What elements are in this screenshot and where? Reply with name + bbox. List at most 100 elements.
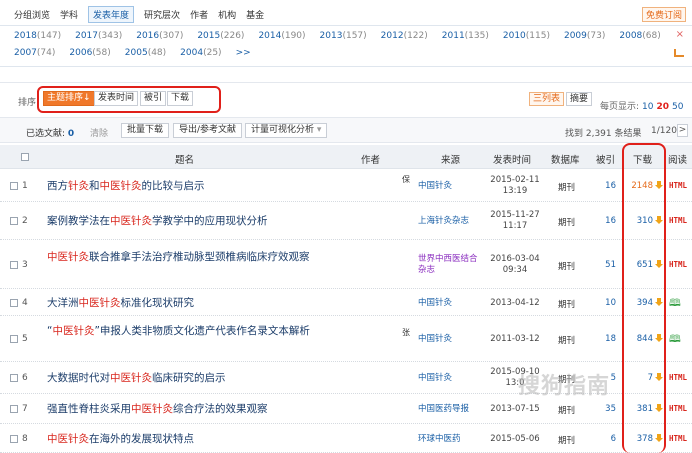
row-checkbox[interactable] [10, 374, 18, 382]
per-page-option[interactable]: 10 [642, 102, 653, 112]
result-count: 找到 2,391 条结果 [565, 129, 642, 139]
publish-date: 2011-03-12 [490, 334, 540, 344]
chart-icon[interactable] [674, 49, 684, 57]
row-checkbox[interactable] [10, 335, 18, 343]
row-checkbox[interactable] [10, 298, 18, 307]
table-row: 3 中医针灸联合推拿手法治疗椎动脉型颈椎病临床疗效观察 世界中西医结合杂志 2016-… [0, 240, 692, 289]
year-link[interactable]: 2006(58) [69, 48, 110, 58]
table-header: 题名 作者 来源 发表时间 数据库 被引 下载 阅读 [0, 145, 692, 169]
year-link[interactable]: 2010(115) [503, 31, 550, 41]
group-tab-3[interactable]: 研究层次 [144, 8, 180, 23]
year-link[interactable]: 2011(135) [442, 31, 489, 41]
year-link[interactable]: 2008(68) [619, 31, 660, 41]
year-link[interactable]: 2005(48) [125, 48, 166, 58]
group-tab-6[interactable]: 基金 [246, 8, 264, 23]
article-title-link[interactable]: 案例教学法在中医针灸学教学中的应用现状分析 [47, 214, 327, 229]
row-checkbox[interactable] [10, 182, 18, 190]
per-page-option[interactable]: 20 [657, 102, 670, 112]
group-tab-1[interactable]: 学科 [60, 8, 78, 23]
clear-selection-button[interactable]: 清除 [90, 126, 108, 139]
article-title-link[interactable]: “中医针灸”申报人类非物质文化遗产代表作名录文本解析 [47, 324, 327, 339]
citation-count[interactable]: 51 [594, 260, 616, 270]
article-title-link[interactable]: 中医针灸联合推拿手法治疗椎动脉型颈椎病临床疗效观察 [47, 250, 327, 265]
sort-by-date-button[interactable]: 发表时间 [94, 91, 139, 106]
year-link[interactable]: 2013(157) [320, 31, 367, 41]
year-link[interactable]: 2004(25) [180, 48, 221, 58]
year-link[interactable]: 2018(147) [14, 31, 61, 41]
source-link[interactable]: 中国针灸 [418, 373, 484, 384]
abstract-view-button[interactable]: 摘要 [566, 92, 593, 106]
article-title-link[interactable]: 西方针灸和中医针灸的比较与启示 [47, 179, 327, 194]
watermark: 搜狗指南 [518, 374, 611, 399]
free-subscribe-button[interactable]: 免费订阅 [641, 7, 686, 22]
select-all-checkbox[interactable] [21, 153, 29, 161]
source-link[interactable]: 中国医药导报 [418, 404, 484, 415]
html-read-link[interactable]: HTML [669, 373, 687, 382]
table-row: 5 “中医针灸”申报人类非物质文化遗产代表作名录文本解析 张中国针灸 2011-03-… [0, 316, 692, 362]
selected-count: 0 [67, 129, 75, 139]
year-link[interactable]: 2009(73) [564, 31, 605, 41]
visual-analysis-dropdown[interactable]: 计量可视化分析 ▾ [245, 123, 328, 138]
year-link[interactable]: 2007(74) [14, 48, 55, 58]
database-type: 期刊 [558, 299, 576, 310]
group-tab-5[interactable]: 机构 [218, 8, 236, 23]
year-link[interactable]: 2012(122) [381, 31, 428, 41]
article-title-link[interactable]: 大洋洲中医针灸标准化现状研究 [47, 296, 327, 311]
citation-count[interactable]: 10 [594, 298, 616, 308]
source-link[interactable]: 世界中西医结合杂志 [418, 254, 484, 276]
article-title-link[interactable]: 强直性脊柱炎采用中医针灸综合疗法的效果观察 [47, 402, 327, 417]
article-title-link[interactable]: 大数据时代对中医针灸临床研究的启示 [47, 371, 327, 386]
html-read-link[interactable]: HTML [669, 434, 687, 443]
year-link[interactable]: >> [236, 48, 251, 58]
citation-count[interactable]: 18 [594, 334, 616, 344]
source-link[interactable]: 中国针灸 [418, 334, 484, 345]
group-tabs: 分组浏览 学科 发表年度 研究层次 作者 机构 基金 [14, 6, 264, 23]
source-link[interactable]: 中国针灸 [418, 181, 484, 192]
article-title-link[interactable]: 中医针灸在海外的发展现状特点 [47, 432, 327, 447]
html-read-link[interactable]: HTML [669, 216, 687, 225]
author-name[interactable]: 张 [402, 327, 410, 338]
per-page-option[interactable]: 50 [672, 102, 683, 112]
source-link[interactable]: 上海针灸杂志 [418, 216, 484, 227]
author-name[interactable]: 保 [402, 174, 410, 185]
read-online-book-icon[interactable]: 🕮 [669, 296, 681, 313]
citation-count[interactable]: 35 [594, 404, 616, 414]
row-checkbox[interactable] [10, 260, 18, 269]
read-online-book-icon[interactable]: 🕮 [669, 332, 681, 349]
batch-download-button[interactable]: 批量下载 [121, 123, 170, 138]
citation-count[interactable]: 16 [594, 216, 616, 226]
list-view-button[interactable]: 三列表 [529, 92, 565, 106]
export-references-button[interactable]: 导出/参考文献 [173, 123, 243, 138]
source-link[interactable]: 环球中医药 [418, 434, 484, 445]
column-date[interactable]: 发表时间 [493, 152, 531, 166]
year-link[interactable]: 2016(307) [136, 31, 183, 41]
sort-bar: 排序: 主题排序↓ 发表时间 被引 下载 三列表 摘要 每页显示: 10 20 50 [0, 82, 692, 114]
citation-count[interactable]: 16 [594, 181, 616, 191]
html-read-link[interactable]: HTML [669, 404, 687, 413]
view-toggle: 三列表 摘要 [529, 92, 593, 106]
sort-by-topic-button[interactable]: 主题排序↓ [43, 91, 95, 106]
group-tab-4[interactable]: 作者 [190, 8, 208, 23]
year-link[interactable]: 2014(190) [258, 31, 305, 41]
database-type: 期刊 [558, 183, 576, 193]
year-filter-panel: 2018(147) 2017(343) 2016(307) 2015(226) 2014… [0, 27, 692, 67]
year-link[interactable]: 2015(226) [197, 31, 244, 41]
next-page-button[interactable]: > [677, 124, 688, 137]
citation-count[interactable]: 6 [594, 434, 616, 444]
html-read-link[interactable]: HTML [669, 181, 687, 190]
row-checkbox[interactable] [10, 405, 18, 413]
source-link[interactable]: 中国针灸 [418, 298, 484, 309]
row-checkbox[interactable] [10, 434, 18, 443]
group-tab-0[interactable]: 分组浏览 [14, 8, 50, 23]
year-link[interactable]: 2017(343) [75, 31, 122, 41]
page-indicator: 1/120 [651, 126, 677, 136]
close-icon[interactable]: × [676, 29, 684, 40]
html-read-link[interactable]: HTML [669, 260, 687, 269]
row-checkbox[interactable] [10, 217, 18, 225]
sort-by-citation-button[interactable]: 被引 [140, 91, 167, 106]
per-page-selector: 每页显示: 10 20 50 [600, 99, 683, 112]
sort-by-download-button[interactable]: 下载 [167, 91, 194, 106]
selection-bar: 已选文献: 0 清除 批量下载 导出/参考文献 计量可视化分析 ▾ 找到 2,3… [0, 117, 692, 143]
column-citation[interactable]: 被引 [596, 152, 615, 166]
group-tab-2[interactable]: 发表年度 [88, 6, 135, 23]
